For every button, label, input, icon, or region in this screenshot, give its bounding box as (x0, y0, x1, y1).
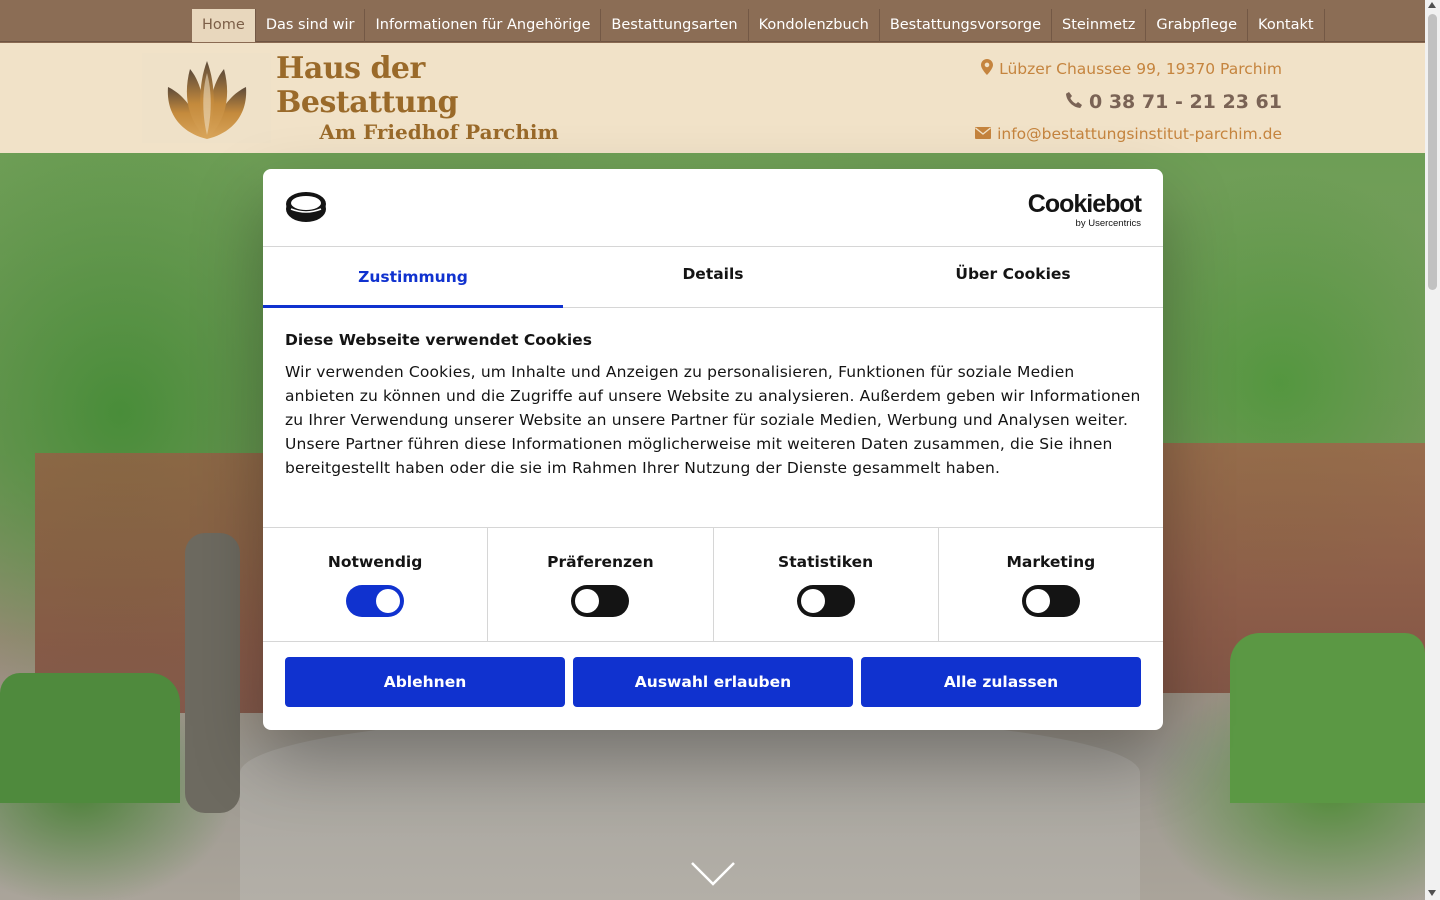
scroll-up-arrow-icon[interactable] (1428, 2, 1436, 8)
toggle-marketing[interactable] (1021, 585, 1080, 617)
toggle-notwendig[interactable] (346, 585, 405, 617)
cookie-description: Wir verwenden Cookies, um Inhalte und An… (285, 363, 1141, 477)
category-praeferenzen: Präferenzen (488, 528, 714, 641)
category-label: Statistiken (778, 553, 874, 571)
nav-item-bestattungsarten[interactable]: Bestattungsarten (601, 9, 749, 42)
envelope-icon (975, 125, 992, 143)
phone-icon (1065, 91, 1083, 114)
cookie-consent-dialog: Cookiebot by Usercentrics Zustimmung Det… (263, 169, 1163, 730)
allow-all-button[interactable]: Alle zulassen (861, 657, 1141, 707)
top-navigation: Home Das sind wir Informationen für Ange… (0, 0, 1425, 42)
toggle-praeferenzen[interactable] (571, 585, 630, 617)
decline-button[interactable]: Ablehnen (285, 657, 565, 707)
hero-hedge-left (0, 673, 180, 803)
category-notwendig: Notwendig (263, 528, 489, 641)
chevron-down-icon[interactable] (690, 859, 736, 889)
allow-selection-button[interactable]: Auswahl erlauben (573, 657, 853, 707)
toggle-knob (575, 589, 600, 613)
cookie-icon (285, 191, 327, 227)
email-link: info@bestattungsinstitut-parchim.de (997, 125, 1282, 143)
site-header: Haus der Bestattung Am Friedhof Parchim … (0, 43, 1425, 153)
address-row[interactable]: Lübzer Chaussee 99, 19370 Parchim (975, 58, 1282, 80)
nav-item-kontakt[interactable]: Kontakt (1248, 9, 1325, 42)
toggle-knob (1025, 589, 1050, 613)
tab-ueber-cookies[interactable]: Über Cookies (863, 247, 1163, 307)
email-row[interactable]: info@bestattungsinstitut-parchim.de (975, 123, 1282, 145)
category-label: Marketing (1006, 553, 1096, 571)
cookiebot-brand-name: Cookiebot (1027, 190, 1142, 218)
nav-item-grabpflege[interactable]: Grabpflege (1146, 9, 1249, 42)
nav-item-das-sind-wir[interactable]: Das sind wir (256, 9, 366, 42)
toggle-knob (376, 589, 401, 613)
cookie-tabs: Zustimmung Details Über Cookies (263, 247, 1163, 308)
contact-info: Lübzer Chaussee 99, 19370 Parchim 0 38 7… (975, 58, 1282, 145)
address-text: Lübzer Chaussee 99, 19370 Parchim (999, 60, 1282, 78)
scroll-down-arrow-icon[interactable] (1428, 890, 1436, 896)
hero-hedge-right (1230, 633, 1425, 803)
toggle-knob (800, 589, 825, 613)
category-statistiken: Statistiken (714, 528, 939, 641)
phone-row[interactable]: 0 38 71 - 21 23 61 (975, 87, 1282, 117)
cookie-buttons: Ablehnen Auswahl erlauben Alle zulassen (263, 642, 1163, 722)
nav-item-steinmetz[interactable]: Steinmetz (1052, 9, 1147, 42)
toggle-statistiken[interactable] (796, 585, 855, 617)
site-logo[interactable]: Haus der Bestattung Am Friedhof Parchim (142, 51, 590, 145)
logo-title: Haus der Bestattung (276, 51, 458, 120)
tab-zustimmung[interactable]: Zustimmung (263, 247, 563, 308)
nav-item-kondolenzbuch[interactable]: Kondolenzbuch (749, 9, 880, 42)
cookie-heading: Diese Webseite verwendet Cookies (285, 331, 592, 349)
category-label: Präferenzen (547, 553, 654, 571)
nav-menu: Home Das sind wir Informationen für Ange… (192, 9, 1325, 42)
logo-subtitle: Am Friedhof Parchim (319, 120, 559, 144)
nav-item-home[interactable]: Home (192, 9, 256, 42)
category-marketing: Marketing (939, 528, 1163, 641)
nav-item-bestattungsvorsorge[interactable]: Bestattungsvorsorge (880, 9, 1052, 42)
logo-text: Haus der Bestattung Am Friedhof Parchim (276, 51, 590, 145)
cookiebot-brand-logo: Cookiebot by Usercentrics (1027, 190, 1142, 229)
hero-tree-trunk (185, 533, 240, 813)
map-marker-icon (981, 59, 994, 79)
category-label: Notwendig (327, 553, 423, 571)
lotus-logo-icon (142, 53, 272, 143)
cookie-body: Diese Webseite verwendet Cookies Wir ver… (263, 308, 1163, 528)
cookiebot-brand-sub: by Usercentrics (1075, 218, 1141, 229)
phone-number: 0 38 71 - 21 23 61 (1089, 91, 1282, 113)
tab-details[interactable]: Details (563, 247, 863, 307)
nav-item-informationen[interactable]: Informationen für Angehörige (365, 9, 602, 42)
dialog-header: Cookiebot by Usercentrics (263, 169, 1163, 247)
consent-categories: Notwendig Präferenzen Statistiken Market… (263, 528, 1163, 642)
scrollbar-thumb[interactable] (1428, 14, 1437, 290)
page-scrollbar[interactable] (1425, 0, 1440, 900)
